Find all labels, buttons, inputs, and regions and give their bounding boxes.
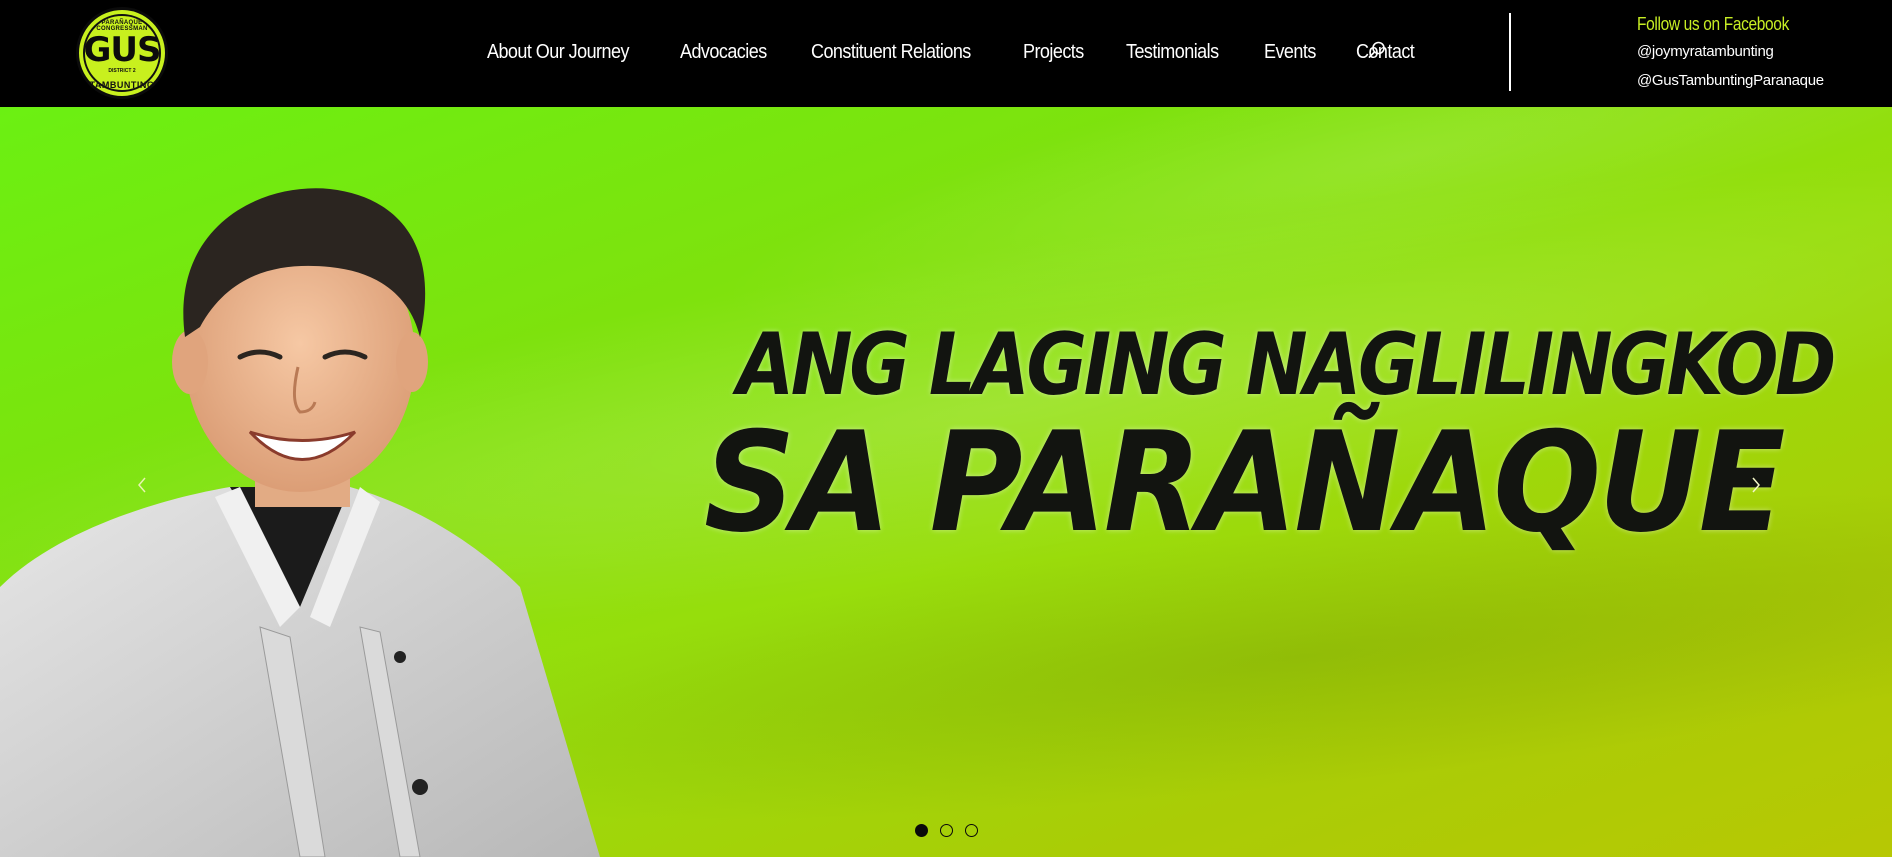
- headline-line-1: ANG LAGING NAGLILINGKOD: [737, 315, 1836, 415]
- header-divider: [1509, 13, 1511, 91]
- facebook-link-joymyra[interactable]: @joymyratambunting: [1637, 37, 1824, 66]
- nav-constituent-relations[interactable]: Constituent Relations: [811, 41, 971, 64]
- chevron-left-icon[interactable]: [132, 472, 152, 498]
- slide-dot-2[interactable]: [940, 824, 953, 837]
- site-header: PARAÑAQUE CONGRESSMAN GUS DISTRICT 2 TAM…: [0, 0, 1892, 107]
- portrait-image: [0, 188, 600, 857]
- logo-district-text: DISTRICT 2: [108, 68, 136, 74]
- slide-dot-3[interactable]: [965, 824, 978, 837]
- social-title: Follow us on Facebook: [1637, 14, 1789, 34]
- hero-headline: ANG LAGING NAGLILINGKOD SA PARAÑAQUE: [660, 315, 1836, 563]
- nav-projects[interactable]: Projects: [1023, 41, 1084, 64]
- site-logo[interactable]: PARAÑAQUE CONGRESSMAN GUS DISTRICT 2 TAM…: [76, 7, 168, 99]
- logo-name: GUS: [83, 30, 161, 70]
- slide-dot-1[interactable]: [915, 824, 928, 837]
- nav-advocacies[interactable]: Advocacies: [680, 41, 767, 64]
- main-nav: About Our Journey Advocacies Constituent…: [487, 38, 1456, 66]
- search-icon[interactable]: [1367, 40, 1387, 60]
- chevron-right-icon[interactable]: [1746, 472, 1766, 498]
- nav-about-our-journey[interactable]: About Our Journey: [487, 41, 629, 64]
- nav-events[interactable]: Events: [1264, 41, 1316, 64]
- logo-bottom-text: TAMBUNTING: [89, 80, 155, 90]
- facebook-link-gus[interactable]: @GusTambuntingParanaque: [1637, 66, 1824, 95]
- nav-testimonials[interactable]: Testimonials: [1126, 41, 1219, 64]
- slider-pagination: [915, 824, 990, 837]
- social-block: Follow us on Facebook @joymyratambunting…: [1637, 11, 1824, 95]
- headline-line-2: SA PARAÑAQUE: [704, 402, 1785, 563]
- hero-slider: ANG LAGING NAGLILINGKOD SA PARAÑAQUE: [0, 107, 1892, 857]
